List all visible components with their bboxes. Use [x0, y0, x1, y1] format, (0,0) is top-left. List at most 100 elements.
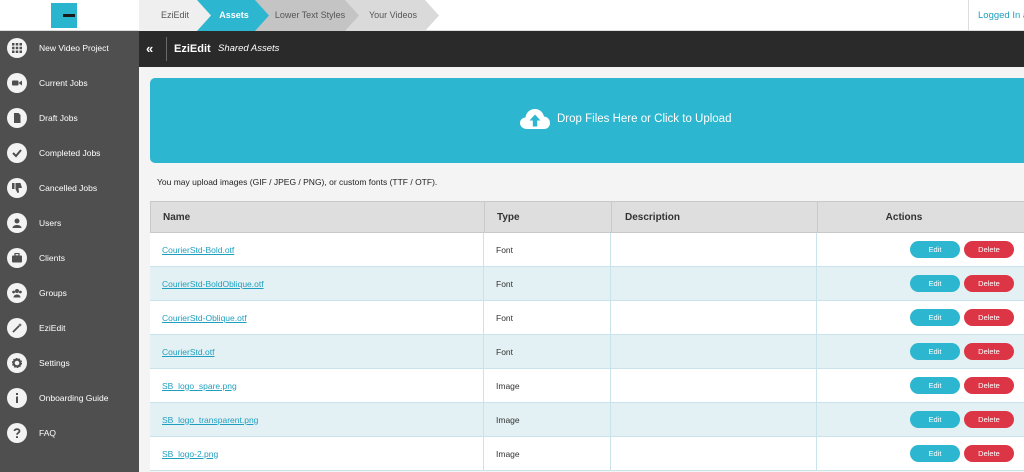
main-content: Drop Files Here or Click to Upload You m… — [139, 67, 1024, 472]
file-link[interactable]: SB_logo_spare.png — [162, 381, 237, 391]
file-link[interactable]: CourierStd-Oblique.otf — [162, 313, 247, 323]
description-cell — [611, 335, 817, 368]
video-camera-icon — [7, 73, 27, 93]
delete-button[interactable]: Delete — [964, 309, 1014, 326]
sidebar-item-label: Settings — [39, 358, 70, 368]
cloud-upload-icon — [520, 109, 550, 129]
magic-wand-icon — [7, 318, 27, 338]
table-row: CourierStd.otf Font Edit Delete — [150, 335, 1024, 369]
sidebar-item-faq[interactable]: FAQ — [0, 416, 139, 451]
table-row: SB_logo_transparent.png Image Edit Delet… — [150, 403, 1024, 437]
file-link[interactable]: CourierStd.otf — [162, 347, 214, 357]
column-header-type[interactable]: Type — [485, 202, 612, 232]
type-cell: Font — [484, 267, 611, 300]
page-header: « EziEdit Shared Assets — [139, 31, 1024, 67]
sidebar-item-label: EziEdit — [39, 323, 66, 333]
breadcrumb-label: Your Videos — [368, 10, 418, 20]
login-status[interactable]: Logged In a — [968, 0, 1024, 31]
actions-cell: Edit Delete — [817, 369, 1024, 402]
file-link[interactable]: CourierStd-BoldOblique.otf — [162, 279, 264, 289]
dropzone-label: Drop Files Here or Click to Upload — [557, 113, 732, 125]
question-icon — [7, 423, 27, 443]
sidebar-item-draft-jobs[interactable]: Draft Jobs — [0, 101, 139, 136]
delete-button[interactable]: Delete — [964, 241, 1014, 258]
delete-button[interactable]: Delete — [964, 377, 1014, 394]
name-cell: CourierStd.otf — [150, 335, 484, 368]
edit-button[interactable]: Edit — [910, 241, 960, 258]
sidebar-item-label: Current Jobs — [39, 78, 88, 88]
grid-icon — [7, 38, 27, 58]
type-cell: Font — [484, 233, 611, 266]
delete-button[interactable]: Delete — [964, 411, 1014, 428]
sidebar-item-label: Clients — [39, 253, 65, 263]
delete-button[interactable]: Delete — [964, 275, 1014, 292]
table-row: CourierStd-Bold.otf Font Edit Delete — [150, 233, 1024, 267]
edit-button[interactable]: Edit — [910, 445, 960, 462]
edit-button[interactable]: Edit — [910, 275, 960, 292]
type-cell: Image — [484, 403, 611, 436]
column-header-name[interactable]: Name — [151, 202, 485, 232]
table-row: CourierStd-Oblique.otf Font Edit Delete — [150, 301, 1024, 335]
description-cell — [611, 233, 817, 266]
description-cell — [611, 267, 817, 300]
document-icon — [7, 108, 27, 128]
sidebar-item-label: Groups — [39, 288, 67, 298]
column-header-description[interactable]: Description — [612, 202, 818, 232]
sidebar: New Video Project Current Jobs Draft Job… — [0, 31, 139, 472]
name-cell: SB_logo-2.png — [150, 437, 484, 470]
delete-button[interactable]: Delete — [964, 445, 1014, 462]
upload-dropzone[interactable]: Drop Files Here or Click to Upload — [150, 78, 1024, 163]
app-logo[interactable] — [51, 3, 77, 28]
sidebar-item-onboarding-guide[interactable]: Onboarding Guide — [0, 381, 139, 416]
briefcase-icon — [7, 248, 27, 268]
description-cell — [611, 403, 817, 436]
file-link[interactable]: CourierStd-Bold.otf — [162, 245, 234, 255]
type-cell: Image — [484, 437, 611, 470]
collapse-sidebar-button[interactable]: « — [146, 40, 160, 58]
check-icon — [7, 143, 27, 163]
sidebar-item-label: Onboarding Guide — [39, 393, 109, 403]
thumbs-down-icon — [7, 178, 27, 198]
sidebar-item-new-video-project[interactable]: New Video Project — [0, 31, 139, 66]
breadcrumb-eziedit[interactable]: EziEdit — [139, 0, 211, 31]
sidebar-item-users[interactable]: Users — [0, 206, 139, 241]
logo-mark — [63, 14, 75, 17]
actions-cell: Edit Delete — [817, 267, 1024, 300]
sidebar-item-label: Cancelled Jobs — [39, 183, 98, 193]
name-cell: CourierStd-BoldOblique.otf — [150, 267, 484, 300]
sidebar-item-cancelled-jobs[interactable]: Cancelled Jobs — [0, 171, 139, 206]
sidebar-item-eziedit[interactable]: EziEdit — [0, 311, 139, 346]
edit-button[interactable]: Edit — [910, 411, 960, 428]
upload-hint: You may upload images (GIF / JPEG / PNG)… — [157, 177, 438, 187]
table-row: SB_logo-2.png Image Edit Delete — [150, 437, 1024, 471]
sidebar-item-groups[interactable]: Groups — [0, 276, 139, 311]
actions-cell: Edit Delete — [817, 335, 1024, 368]
edit-button[interactable]: Edit — [910, 309, 960, 326]
table-row: CourierStd-BoldOblique.otf Font Edit Del… — [150, 267, 1024, 301]
sidebar-item-label: Completed Jobs — [39, 148, 101, 158]
table-header-row: Name Type Description Actions — [150, 201, 1024, 233]
sidebar-item-label: FAQ — [39, 428, 57, 438]
description-cell — [611, 437, 817, 470]
breadcrumb-label: Lower Text Styles — [274, 10, 346, 20]
sidebar-item-label: Draft Jobs — [39, 113, 78, 123]
edit-button[interactable]: Edit — [910, 377, 960, 394]
name-cell: SB_logo_transparent.png — [150, 403, 484, 436]
edit-button[interactable]: Edit — [910, 343, 960, 360]
top-bar: Your Videos Lower Text Styles Assets Ezi… — [0, 0, 1024, 31]
actions-cell: Edit Delete — [817, 403, 1024, 436]
sidebar-item-settings[interactable]: Settings — [0, 346, 139, 381]
sidebar-item-current-jobs[interactable]: Current Jobs — [0, 66, 139, 101]
breadcrumb-label: EziEdit — [160, 10, 189, 20]
page-subtitle: Shared Assets — [218, 43, 280, 54]
sidebar-item-clients[interactable]: Clients — [0, 241, 139, 276]
table-row: SB_logo_spare.png Image Edit Delete — [150, 369, 1024, 403]
name-cell: CourierStd-Bold.otf — [150, 233, 484, 266]
file-link[interactable]: SB_logo_transparent.png — [162, 415, 258, 425]
sidebar-item-completed-jobs[interactable]: Completed Jobs — [0, 136, 139, 171]
info-icon — [7, 388, 27, 408]
delete-button[interactable]: Delete — [964, 343, 1014, 360]
type-cell: Image — [484, 369, 611, 402]
file-link[interactable]: SB_logo-2.png — [162, 449, 218, 459]
actions-cell: Edit Delete — [817, 437, 1024, 470]
